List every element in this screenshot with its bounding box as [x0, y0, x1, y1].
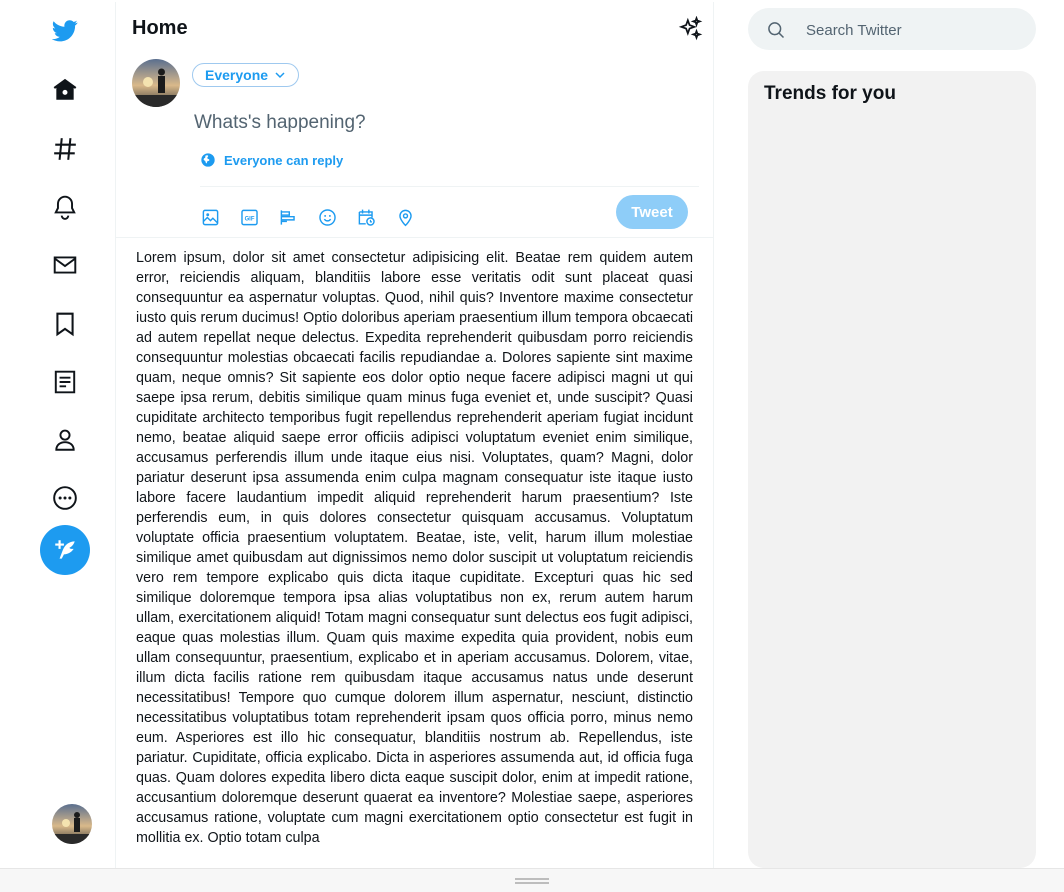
- audience-selector[interactable]: Everyone: [192, 63, 300, 87]
- more-circle-icon[interactable]: [50, 483, 80, 513]
- bell-notifications-icon[interactable]: [50, 192, 80, 222]
- composer-avatar: [132, 59, 180, 107]
- poll-icon[interactable]: [278, 207, 298, 227]
- feather-compose-icon: [55, 540, 75, 559]
- main-column: Home Everyone Whats's happening? Everyon…: [116, 2, 714, 868]
- search-bar[interactable]: [748, 8, 1036, 50]
- page-title: Home: [132, 17, 188, 39]
- home-icon[interactable]: [50, 75, 80, 105]
- compose-tweet-button[interactable]: [40, 525, 90, 575]
- left-nav: [2, 2, 116, 868]
- search-input[interactable]: [804, 18, 1018, 42]
- trends-panel: Trends for you: [748, 71, 1036, 868]
- trends-title: Trends for you: [764, 83, 896, 104]
- list-icon[interactable]: [50, 367, 80, 397]
- image-icon[interactable]: [200, 207, 220, 227]
- audience-label: Everyone: [205, 67, 269, 83]
- schedule-icon[interactable]: [356, 207, 376, 227]
- emoji-icon[interactable]: [317, 207, 337, 227]
- reply-setting-button[interactable]: Everyone can reply: [200, 152, 343, 168]
- composer-toolbar: GIF: [200, 207, 415, 227]
- app-frame: Home Everyone Whats's happening? Everyon…: [2, 2, 1062, 868]
- gif-icon[interactable]: GIF: [239, 207, 259, 227]
- account-avatar[interactable]: [52, 804, 92, 844]
- profile-icon[interactable]: [50, 425, 80, 455]
- tweet-text-input[interactable]: Whats's happening?: [194, 112, 366, 134]
- feed-text: Lorem ipsum, dolor sit amet consectetur …: [136, 250, 693, 846]
- bookmark-icon[interactable]: [50, 309, 80, 339]
- svg-text:GIF: GIF: [244, 216, 254, 222]
- envelope-messages-icon[interactable]: [50, 250, 80, 280]
- bottom-bar: [0, 868, 1064, 892]
- twitter-bird-icon[interactable]: [50, 15, 80, 45]
- hashtag-explore-icon[interactable]: [50, 134, 80, 164]
- tweet-composer: Everyone Whats's happening? Everyone can…: [116, 54, 713, 238]
- chevron-down-icon: [275, 72, 285, 79]
- search-icon: [768, 22, 785, 39]
- resize-grip-icon[interactable]: [515, 878, 549, 884]
- globe-icon: [201, 153, 215, 167]
- reply-setting-label: Everyone can reply: [224, 152, 344, 168]
- composer-divider: [200, 186, 699, 187]
- tweet-button[interactable]: Tweet: [616, 195, 688, 229]
- location-icon[interactable]: [395, 207, 415, 227]
- sparkle-icon[interactable]: [677, 15, 703, 42]
